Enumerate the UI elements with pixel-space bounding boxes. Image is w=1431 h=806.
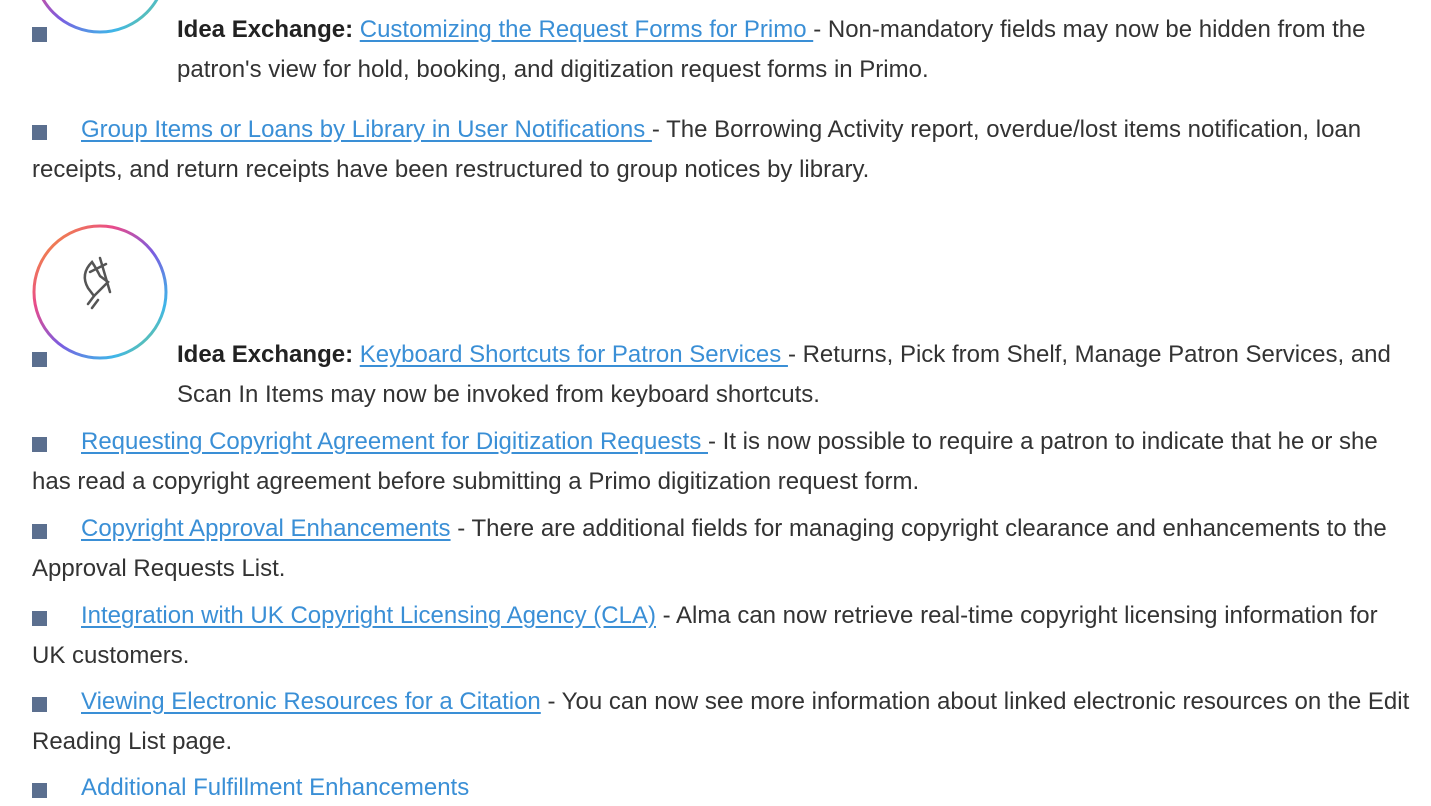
list-item: Requesting Copyright Agreement for Digit… bbox=[32, 422, 1417, 502]
list-item: Copyright Approval Enhancements - There … bbox=[32, 509, 1417, 589]
link-customizing-request-forms[interactable]: Customizing the Request Forms for Primo bbox=[360, 16, 813, 43]
idea-exchange-label: Idea Exchange: bbox=[177, 16, 354, 43]
list-item: Integration with UK Copyright Licensing … bbox=[32, 596, 1417, 676]
link-keyboard-shortcuts[interactable]: Keyboard Shortcuts for Patron Services bbox=[360, 341, 788, 368]
bullet-icon bbox=[32, 125, 47, 140]
link-electronic-resources-citation[interactable]: Viewing Electronic Resources for a Citat… bbox=[81, 688, 541, 715]
list-item: Idea Exchange: Keyboard Shortcuts for Pa… bbox=[32, 335, 1417, 415]
link-group-items-by-library[interactable]: Group Items or Loans by Library in User … bbox=[81, 116, 652, 143]
list-item: Group Items or Loans by Library in User … bbox=[32, 110, 1417, 190]
list-item: Viewing Electronic Resources for a Citat… bbox=[32, 682, 1417, 762]
link-copyright-agreement[interactable]: Requesting Copyright Agreement for Digit… bbox=[81, 428, 708, 455]
bullet-icon bbox=[32, 524, 47, 539]
list-item: Idea Exchange: Customizing the Request F… bbox=[32, 10, 1417, 90]
bullet-icon bbox=[32, 27, 47, 42]
bullet-icon bbox=[32, 352, 47, 367]
idea-exchange-label: Idea Exchange: bbox=[177, 341, 354, 368]
link-uk-cla-integration[interactable]: Integration with UK Copyright Licensing … bbox=[81, 602, 656, 629]
bullet-icon bbox=[32, 783, 47, 798]
link-copyright-approval[interactable]: Copyright Approval Enhancements bbox=[81, 515, 451, 542]
list-item: Additional Fulfillment Enhancements bbox=[32, 768, 1417, 806]
bullet-icon bbox=[32, 697, 47, 712]
link-additional-fulfillment[interactable]: Additional Fulfillment Enhancements bbox=[81, 774, 469, 801]
bullet-icon bbox=[32, 611, 47, 626]
bullet-icon bbox=[32, 437, 47, 452]
